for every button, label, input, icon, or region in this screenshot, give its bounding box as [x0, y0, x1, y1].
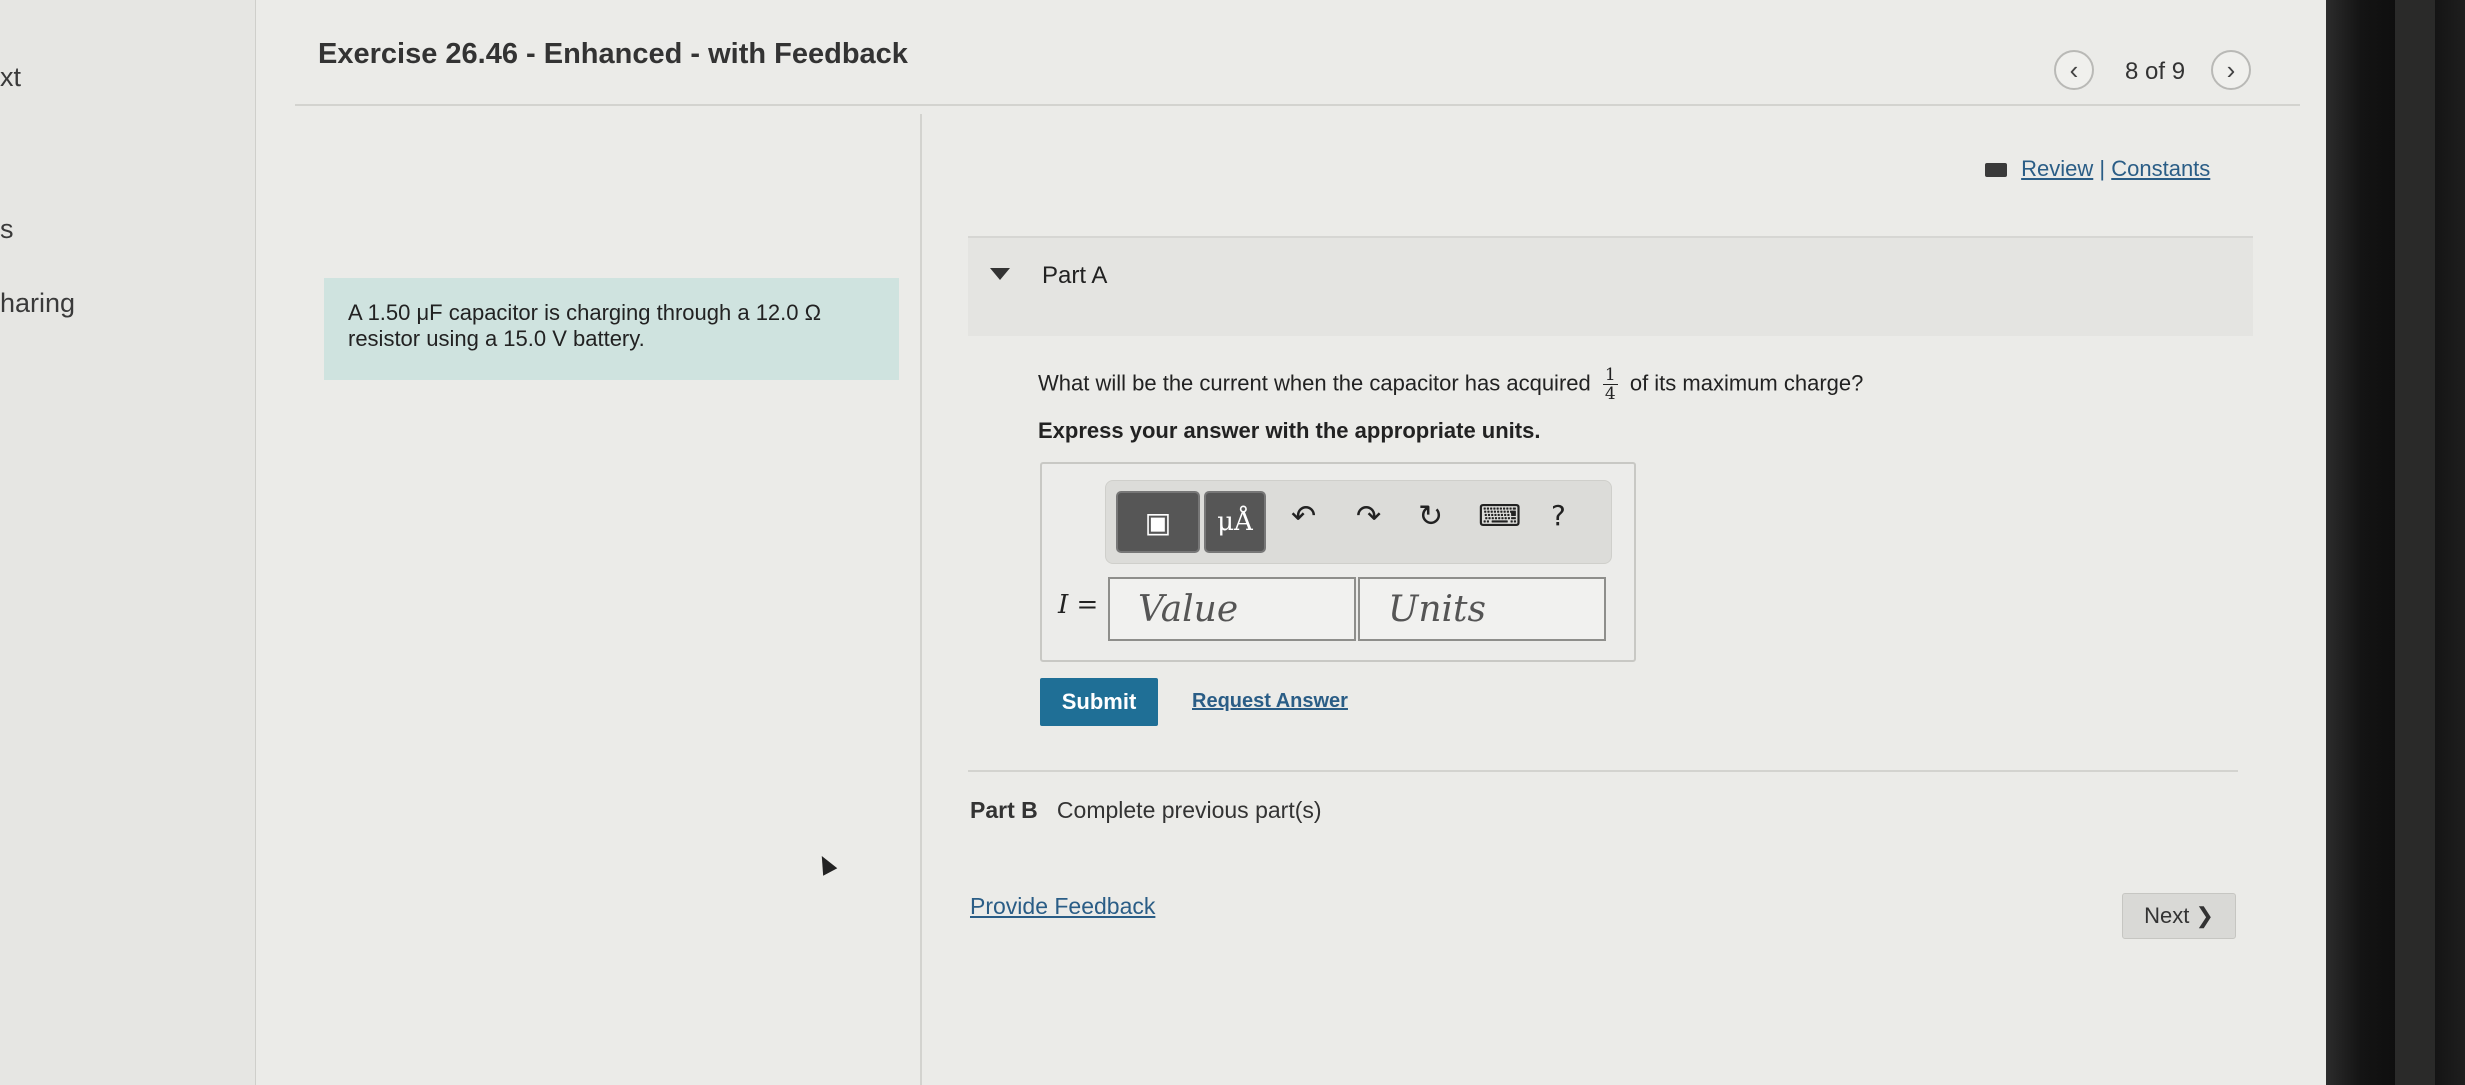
- monitor-edge: [2395, 0, 2435, 1085]
- templates-button[interactable]: ▣: [1116, 491, 1200, 553]
- next-item-button[interactable]: ›: [2211, 50, 2251, 90]
- request-answer-link[interactable]: Request Answer: [1192, 690, 1348, 713]
- next-button[interactable]: Next ❯: [2122, 893, 2236, 939]
- sidebar-fragment-2[interactable]: s: [0, 214, 14, 245]
- constants-link[interactable]: Constants: [2111, 156, 2210, 181]
- part-a-question: What will be the current when the capaci…: [1038, 366, 1863, 403]
- chevron-left-icon: ‹: [2069, 54, 2079, 85]
- part-b-divider: [968, 770, 2238, 772]
- part-b-row: Part B Complete previous part(s): [970, 797, 1322, 824]
- fraction-denominator: 4: [1604, 384, 1616, 404]
- answer-instructions: Express your answer with the appropriate…: [1038, 418, 1541, 443]
- previous-item-button[interactable]: ‹: [2054, 50, 2094, 90]
- collapse-triangle-icon[interactable]: [990, 268, 1010, 280]
- link-separator: |: [2099, 156, 2106, 181]
- review-links: Review | Constants: [1985, 156, 2210, 182]
- math-toolbar: ▣ μÅ ↶ ↷ ↻ ⌨ ?: [1105, 480, 1612, 564]
- chevron-right-icon: ›: [2226, 54, 2236, 85]
- part-b-status: Complete previous part(s): [1056, 797, 1322, 823]
- units-icon: μÅ: [1217, 507, 1253, 537]
- header-divider: [295, 104, 2300, 106]
- review-link[interactable]: Review: [2021, 156, 2093, 181]
- value-input[interactable]: [1108, 577, 1356, 641]
- units-input[interactable]: [1358, 577, 1606, 641]
- question-text-before: What will be the current when the capaci…: [1038, 370, 1591, 396]
- help-icon[interactable]: ?: [1551, 499, 1566, 532]
- units-button[interactable]: μÅ: [1204, 491, 1266, 553]
- undo-icon[interactable]: ↶: [1291, 499, 1316, 534]
- redo-icon[interactable]: ↷: [1356, 499, 1381, 534]
- book-icon: [1985, 163, 2007, 178]
- sidebar-fragment-1[interactable]: xt: [0, 62, 21, 93]
- provide-feedback-link[interactable]: Provide Feedback: [970, 893, 1155, 920]
- page-counter: 8 of 9: [2125, 58, 2186, 85]
- fraction: 1 4: [1602, 365, 1618, 404]
- sidebar-fragment-3[interactable]: haring: [0, 288, 75, 319]
- submit-button[interactable]: Submit: [1040, 678, 1158, 726]
- part-a-header[interactable]: [968, 236, 2253, 336]
- left-sidebar: xt s haring: [0, 0, 256, 1085]
- question-text-after: of its maximum charge?: [1629, 370, 1864, 396]
- column-divider: [920, 114, 922, 1085]
- part-b-label: Part B: [970, 797, 1038, 823]
- page-title: Exercise 26.46 - Enhanced - with Feedbac…: [318, 38, 908, 70]
- keyboard-icon[interactable]: ⌨: [1478, 499, 1521, 534]
- reset-icon[interactable]: ↻: [1418, 499, 1443, 534]
- fraction-numerator: 1: [1602, 365, 1618, 385]
- variable-label: I =: [1058, 590, 1099, 620]
- templates-icon: ▣: [1144, 505, 1172, 539]
- part-a-label[interactable]: Part A: [1042, 262, 1107, 290]
- problem-statement: A 1.50 μF capacitor is charging through …: [324, 278, 899, 380]
